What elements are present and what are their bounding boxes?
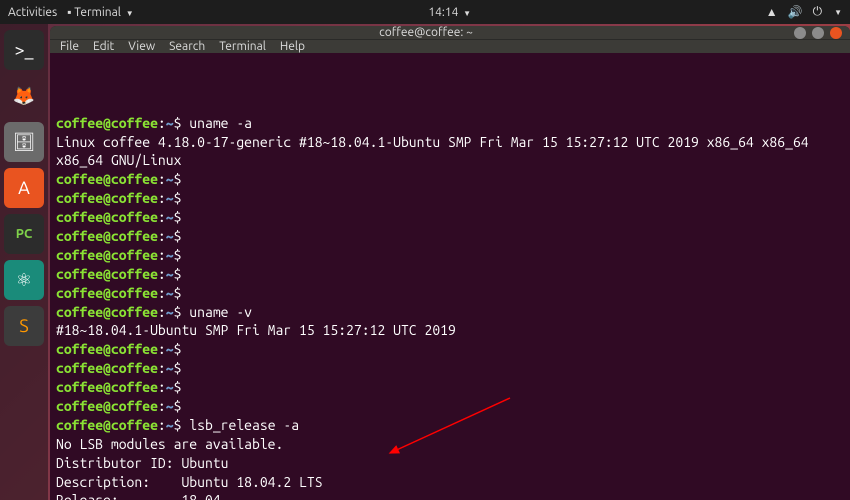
maximize-button[interactable] — [812, 27, 824, 39]
chevron-down-icon: ▼ — [126, 9, 134, 18]
terminal-prompt-line: coffee@coffee:~$ — [56, 378, 844, 397]
menu-edit[interactable]: Edit — [93, 40, 114, 53]
dock-item-pycharm[interactable]: PC — [4, 214, 44, 254]
minimize-button[interactable] — [794, 27, 806, 39]
terminal-output-line: #18~18.04.1-Ubuntu SMP Fri Mar 15 15:27:… — [56, 321, 844, 340]
terminal-prompt-line: coffee@coffee:~$ lsb_release -a — [56, 416, 844, 435]
dock-item-files[interactable]: 🗄 — [4, 122, 44, 162]
chevron-down-icon: ▼ — [834, 8, 842, 17]
window-titlebar[interactable]: coffee@coffee: ~ — [50, 26, 850, 39]
dock-item-software[interactable]: A — [4, 168, 44, 208]
menu-view[interactable]: View — [128, 40, 155, 53]
terminal-prompt-line: coffee@coffee:~$ — [56, 189, 844, 208]
terminal-prompt-line: coffee@coffee:~$ — [56, 397, 844, 416]
terminal-prompt-line: coffee@coffee:~$ — [56, 170, 844, 189]
terminal-prompt-line: coffee@coffee:~$ uname -a — [56, 114, 844, 133]
terminal-window: coffee@coffee: ~ File Edit View Search T… — [50, 26, 850, 500]
dock-item-terminal[interactable]: >_ — [4, 30, 44, 70]
menu-terminal[interactable]: Terminal — [219, 40, 266, 53]
terminal-prompt-line: coffee@coffee:~$ uname -v — [56, 303, 844, 322]
menu-search[interactable]: Search — [169, 40, 205, 53]
terminal-output-line: Release: 18.04 — [56, 491, 844, 500]
network-icon[interactable]: ▲ — [766, 5, 778, 19]
terminal-output[interactable]: coffee@coffee:~$ uname -aLinux coffee 4.… — [50, 53, 850, 500]
volume-icon[interactable]: 🔊 — [788, 5, 803, 19]
terminal-prompt-line: coffee@coffee:~$ — [56, 246, 844, 265]
app-indicator[interactable]: ▪ Terminal ▼ — [67, 5, 133, 19]
menu-help[interactable]: Help — [280, 40, 305, 53]
dock: >_ 🦊 🗄 A PC ⚛ S — [0, 24, 48, 500]
chevron-down-icon: ▼ — [463, 9, 471, 18]
terminal-prompt-line: coffee@coffee:~$ — [56, 227, 844, 246]
terminal-prompt-line: coffee@coffee:~$ — [56, 208, 844, 227]
menu-file[interactable]: File — [60, 40, 79, 53]
terminal-output-line: No LSB modules are available. — [56, 435, 844, 454]
terminal-prompt-line: coffee@coffee:~$ — [56, 340, 844, 359]
dock-item-firefox[interactable]: 🦊 — [4, 76, 44, 116]
power-icon[interactable]: ⏻ — [813, 5, 823, 19]
clock[interactable]: 14:14 ▼ — [134, 6, 766, 19]
activities-button[interactable]: Activities — [8, 6, 57, 19]
menubar: File Edit View Search Terminal Help — [50, 39, 850, 53]
terminal-icon: ▪ — [67, 6, 71, 19]
terminal-output-line: Linux coffee 4.18.0-17-generic #18~18.04… — [56, 133, 844, 171]
window-title: coffee@coffee: ~ — [58, 26, 794, 39]
terminal-prompt-line: coffee@coffee:~$ — [56, 284, 844, 303]
terminal-output-line: Description: Ubuntu 18.04.2 LTS — [56, 473, 844, 492]
close-button[interactable] — [830, 27, 842, 39]
terminal-output-line: Distributor ID: Ubuntu — [56, 454, 844, 473]
terminal-prompt-line: coffee@coffee:~$ — [56, 359, 844, 378]
terminal-prompt-line: coffee@coffee:~$ — [56, 265, 844, 284]
dock-item-atom[interactable]: ⚛ — [4, 260, 44, 300]
gnome-topbar: Activities ▪ Terminal ▼ 14:14 ▼ ▲ 🔊 ⏻ ▼ — [0, 0, 850, 24]
dock-item-sublime[interactable]: S — [4, 306, 44, 346]
